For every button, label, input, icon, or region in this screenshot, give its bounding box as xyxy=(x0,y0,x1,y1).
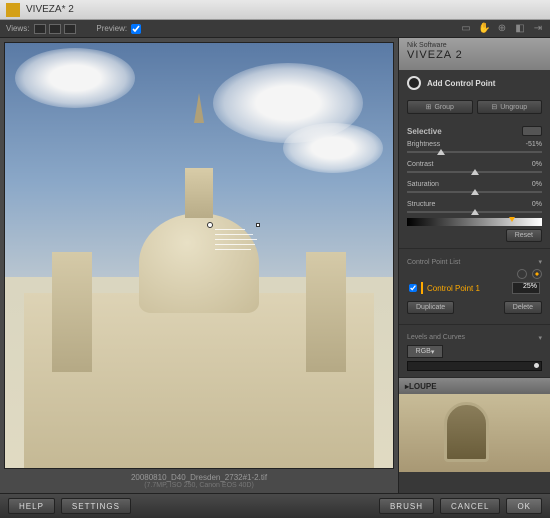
app-logo-icon xyxy=(6,3,20,17)
help-button[interactable]: HELP xyxy=(8,498,55,514)
slider-track[interactable] xyxy=(407,211,542,213)
curve-strip[interactable] xyxy=(407,361,542,371)
delete-button[interactable]: Delete xyxy=(504,301,542,314)
file-meta: (7.7MP, ISO 250, Canon EOS 40D) xyxy=(4,482,394,489)
preview-area: 20080810_D40_Dresden_2732#1-2.tif (7.7MP… xyxy=(0,38,398,493)
control-point-marker[interactable] xyxy=(207,222,213,228)
zoom-select-icon[interactable]: ▭ xyxy=(460,23,472,35)
control-panel: Nik Software VIVEZA 2 Add Control Point … xyxy=(398,38,550,493)
loupe-header[interactable]: ▸ LOUPE xyxy=(399,378,550,394)
group-button[interactable]: ⊞Group xyxy=(407,100,473,114)
selective-label: Selective xyxy=(407,127,442,136)
tone-gradient[interactable] xyxy=(407,218,542,226)
view-side-icon[interactable] xyxy=(64,24,76,34)
duplicate-button[interactable]: Duplicate xyxy=(407,301,454,314)
cpl-target-icon[interactable] xyxy=(532,269,542,279)
panel-header: Nik Software VIVEZA 2 xyxy=(399,38,550,70)
cancel-button[interactable]: CANCEL xyxy=(440,498,500,514)
slider-value: 0% xyxy=(532,181,542,188)
cpl-label: Control Point List xyxy=(407,259,460,266)
slider-track[interactable] xyxy=(407,171,542,173)
view-split-icon[interactable] xyxy=(49,24,61,34)
cp-name: Control Point 1 xyxy=(427,284,508,293)
slider-label: Saturation xyxy=(407,181,439,188)
rgb-selector[interactable]: RGB ▾ xyxy=(407,345,443,358)
control-point-icon xyxy=(407,76,421,90)
levels-curves-label: Levels and Curves xyxy=(407,334,465,342)
cp-percent[interactable]: 25% xyxy=(512,282,540,294)
lc-expand-icon[interactable]: ▾ xyxy=(538,334,542,342)
selective-toggle[interactable] xyxy=(522,126,542,136)
slider-track[interactable] xyxy=(407,191,542,193)
sliders-container: Brightness -51% Contrast 0% Saturation 0% Stru… xyxy=(407,138,542,213)
ok-button[interactable]: OK xyxy=(506,498,542,514)
zoom-in-icon[interactable]: ⊕ xyxy=(496,23,508,35)
preview-label: Preview: xyxy=(96,24,127,33)
settings-button[interactable]: SETTINGS xyxy=(61,498,131,514)
title-bar: VIVEZA* 2 xyxy=(0,0,550,20)
reset-button[interactable]: Reset xyxy=(506,229,542,242)
ungroup-button[interactable]: ⊟Ungroup xyxy=(477,100,543,114)
slider-track[interactable] xyxy=(407,151,542,153)
preview-image[interactable] xyxy=(4,42,394,469)
toolbar: Views: Preview: ▭ ✋ ⊕ ◧ ⇥ xyxy=(0,20,550,38)
loupe-preview xyxy=(399,394,550,472)
slider-label: Contrast xyxy=(407,161,433,168)
slider-label: Structure xyxy=(407,201,435,208)
preview-checkbox[interactable] xyxy=(131,24,141,34)
control-point-item[interactable]: Control Point 1 25% xyxy=(407,279,542,297)
cpl-circle-icon[interactable] xyxy=(517,269,527,279)
app-title: VIVEZA* 2 xyxy=(26,4,74,15)
slider-value: 0% xyxy=(532,161,542,168)
slider-value: 0% xyxy=(532,201,542,208)
bg-icon[interactable]: ◧ xyxy=(514,23,526,35)
add-cp-label: Add Control Point xyxy=(427,79,495,88)
pan-icon[interactable]: ✋ xyxy=(478,23,490,35)
product-label: VIVEZA 2 xyxy=(407,49,542,61)
cpl-expand-icon[interactable]: ▾ xyxy=(538,258,542,266)
filename-label: 20080810_D40_Dresden_2732#1-2.tif xyxy=(4,469,394,482)
brush-button[interactable]: BRUSH xyxy=(379,498,434,514)
slider-label: Brightness xyxy=(407,141,440,148)
slider-value: -51% xyxy=(526,141,542,148)
views-label: Views: xyxy=(6,24,29,33)
view-single-icon[interactable] xyxy=(34,24,46,34)
panel-toggle-icon[interactable]: ⇥ xyxy=(532,23,544,35)
footer: HELP SETTINGS BRUSH CANCEL OK xyxy=(0,493,550,518)
maker-label: Nik Software xyxy=(407,42,542,49)
cp-visible-checkbox[interactable] xyxy=(409,284,417,292)
add-control-point-button[interactable]: Add Control Point xyxy=(399,70,550,96)
